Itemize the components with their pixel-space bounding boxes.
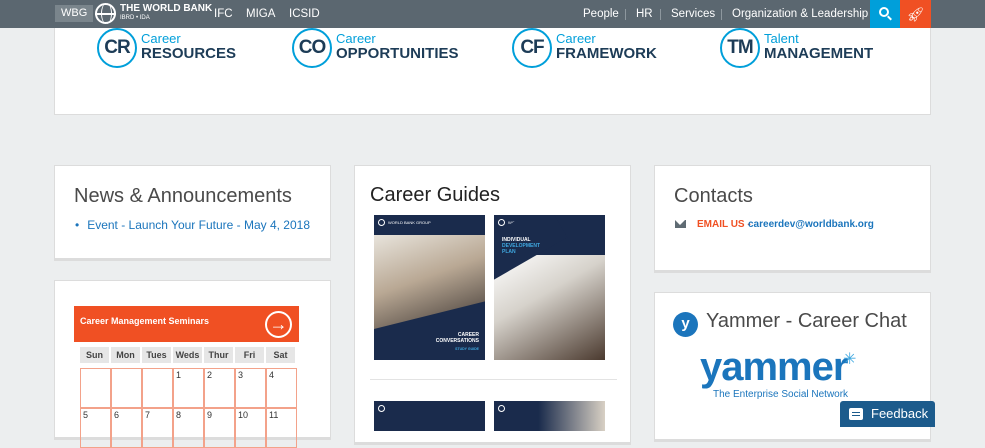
wbg-link[interactable]: WBG bbox=[55, 5, 94, 22]
guide-individual-development-plan[interactable]: WORLD BANK GROUP INDIVIDUAL DEVELOPMENT … bbox=[494, 215, 605, 360]
calendar-cell: 1 bbox=[173, 368, 204, 408]
seminars-header[interactable]: Career Management Seminars → bbox=[74, 306, 299, 342]
guide-photo bbox=[494, 255, 605, 360]
world-bank-subbrand: IBRD • IDA bbox=[120, 15, 150, 21]
calendar-cell bbox=[142, 368, 173, 408]
contacts-title: Contacts bbox=[674, 185, 753, 207]
weekday-label: Sun bbox=[80, 347, 109, 363]
mail-icon bbox=[675, 220, 686, 228]
news-title: News & Announcements bbox=[74, 185, 292, 207]
weekday-label: Fri bbox=[235, 347, 264, 363]
career-guides-title: Career Guides bbox=[370, 184, 501, 206]
feedback-icon bbox=[849, 408, 863, 420]
nav-link-ifc[interactable]: IFC bbox=[214, 0, 233, 28]
nav-separator bbox=[660, 9, 661, 20]
weekday-label: Mon bbox=[111, 347, 140, 363]
nav-link-miga[interactable]: MIGA bbox=[246, 0, 275, 28]
seminars-card: Career Management Seminars → Sun Mon Tue… bbox=[54, 280, 331, 448]
news-card: News & Announcements Event - Launch Your… bbox=[54, 165, 331, 261]
career-logos-banner: CR Career RESOURCES CO Career OPPORTUNIT… bbox=[54, 28, 931, 115]
calendar-cell: 3 bbox=[235, 368, 266, 408]
calendar-weekdays: Sun Mon Tues Weds Thur Fri Sat bbox=[80, 347, 295, 363]
weekday-label: Tues bbox=[142, 347, 171, 363]
career-guides-card: Career Guides WORLD BANK GROUP CAREER CO… bbox=[354, 165, 631, 445]
arrow-right-icon[interactable]: → bbox=[265, 311, 292, 338]
nav-separator bbox=[625, 9, 626, 20]
calendar-cell: 9 bbox=[204, 408, 235, 448]
rocket-button[interactable]: 🚀︎ bbox=[900, 0, 931, 28]
nav-link-hr[interactable]: HR bbox=[636, 0, 653, 28]
search-button[interactable] bbox=[870, 0, 900, 28]
nav-separator bbox=[721, 9, 722, 20]
weekday-label: Sat bbox=[266, 347, 295, 363]
yammer-tagline: The Enterprise Social Network bbox=[713, 389, 849, 400]
top-navigation: WBG THE WORLD BANK IBRD • IDA IFC MIGA I… bbox=[0, 0, 985, 28]
nav-link-services[interactable]: Services bbox=[671, 0, 715, 28]
calendar-cell: 5 bbox=[80, 408, 111, 448]
yammer-logo[interactable]: yammer bbox=[700, 347, 848, 387]
divider bbox=[370, 379, 617, 380]
calendar-cell: 6 bbox=[111, 408, 142, 448]
weekday-label: Thur bbox=[204, 347, 233, 363]
guide-career-conversations[interactable]: WORLD BANK GROUP CAREER CONVERSATIONS ST… bbox=[374, 215, 485, 360]
seminars-title: Career Management Seminars bbox=[80, 316, 210, 326]
rocket-icon: 🚀︎ bbox=[906, 6, 925, 22]
email-link[interactable]: careerdev@worldbank.org bbox=[748, 219, 874, 230]
nav-link-organization[interactable]: Organization & Leadership bbox=[732, 0, 868, 28]
calendar-cell bbox=[80, 368, 111, 408]
calendar-cell: 11 bbox=[266, 408, 297, 448]
news-item-link[interactable]: Event - Launch Your Future - May 4, 2018 bbox=[75, 218, 310, 232]
calendar-cell: 7 bbox=[142, 408, 173, 448]
calendar-cell: 8 bbox=[173, 408, 204, 448]
calendar-cell: 4 bbox=[266, 368, 297, 408]
contacts-card: Contacts EMAIL US - careerdev@worldbank.… bbox=[654, 165, 931, 273]
feedback-button[interactable]: Feedback bbox=[840, 401, 935, 427]
yammer-title[interactable]: Yammer - Career Chat bbox=[706, 310, 907, 333]
world-bank-globe-icon bbox=[95, 3, 116, 24]
calendar-cell bbox=[111, 368, 142, 408]
calendar-cell: 2 bbox=[204, 368, 235, 408]
nav-link-people[interactable]: People bbox=[583, 0, 619, 28]
yammer-icon[interactable]: y bbox=[673, 312, 698, 337]
email-label: EMAIL US - bbox=[697, 219, 751, 230]
world-bank-brand[interactable]: THE WORLD BANK bbox=[120, 4, 212, 14]
nav-link-icsid[interactable]: ICSID bbox=[289, 0, 320, 28]
weekday-label: Weds bbox=[173, 347, 202, 363]
yammer-spark-icon: ✳︎ bbox=[843, 351, 857, 368]
calendar-cell: 10 bbox=[235, 408, 266, 448]
feedback-label: Feedback bbox=[871, 406, 929, 421]
